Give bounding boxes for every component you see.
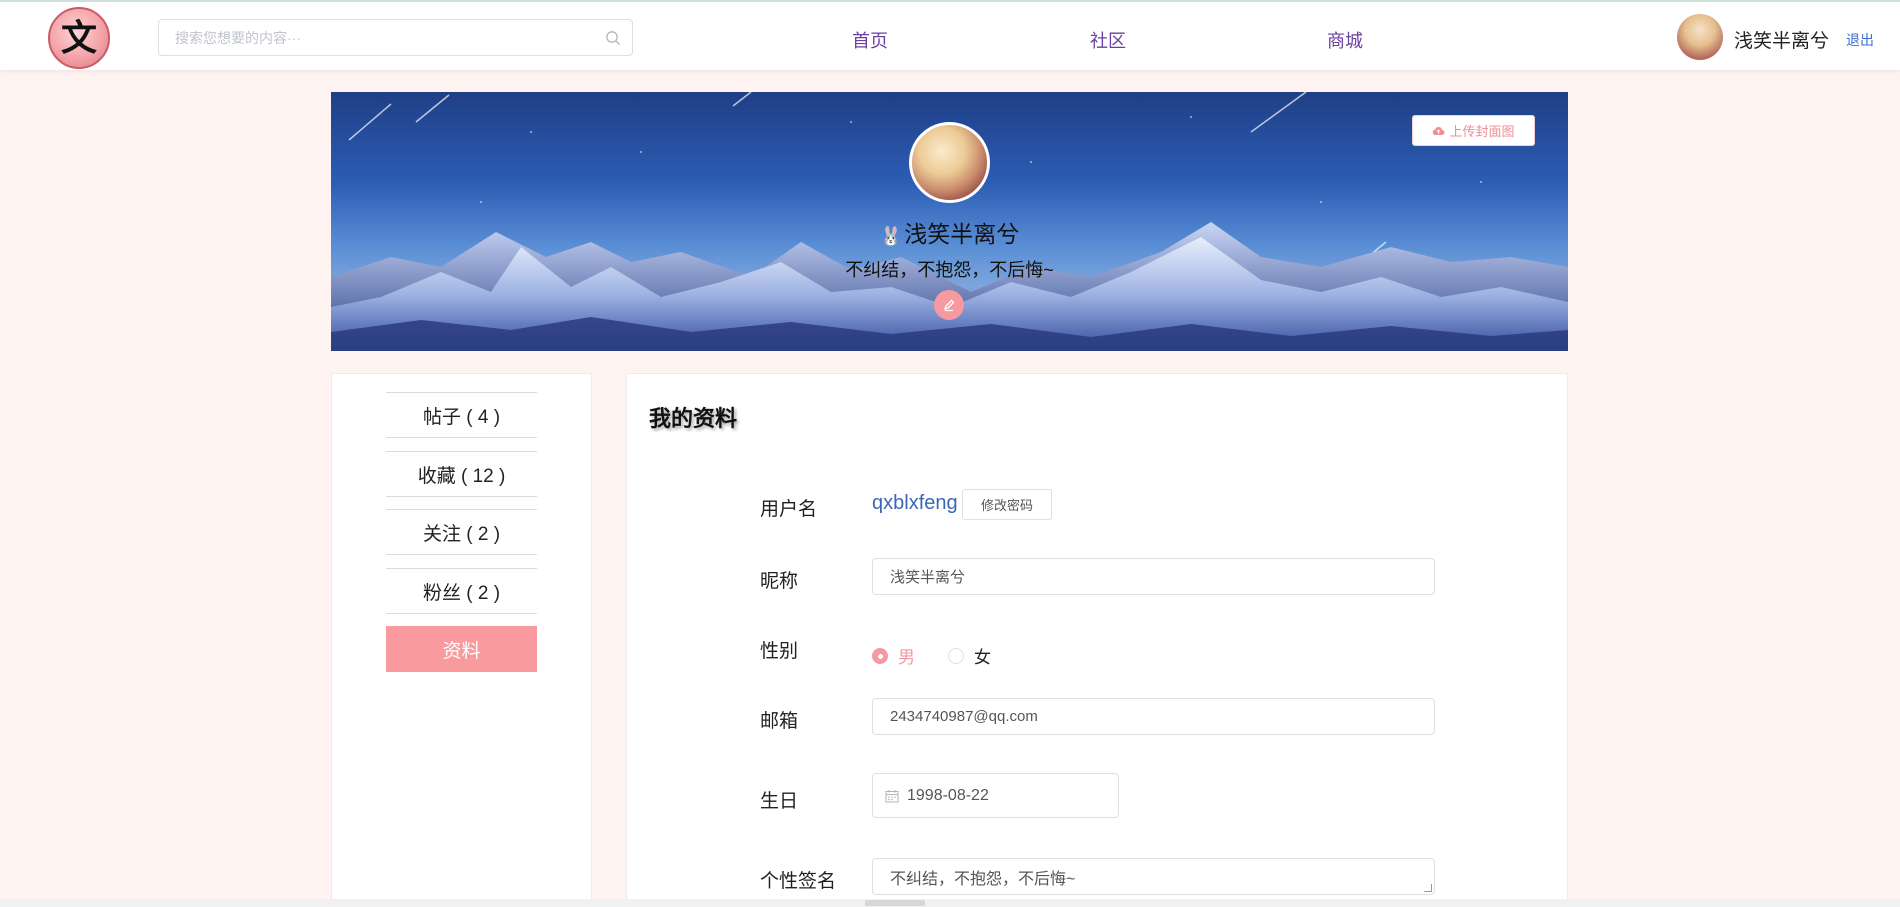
resize-handle-icon[interactable]: [1424, 884, 1432, 892]
signature-value: 不纠结，不抱怨，不后悔~: [890, 871, 1076, 888]
gender-radio-female[interactable]: 女: [948, 643, 991, 668]
logo-glyph: 文: [60, 17, 97, 59]
logout-link[interactable]: 退出: [1846, 30, 1874, 50]
profile-info-panel: 我的资料 用户名 qxblxfeng 修改密码 昵称 浅笑半离兮 性别 男 女 …: [626, 373, 1568, 907]
birthday-date-picker[interactable]: 1998-08-22: [872, 773, 1119, 818]
profile-sidebar: 帖子 ( 4 ) 收藏 ( 12 ) 关注 ( 2 ) 粉丝 ( 2 ) 资料: [331, 373, 592, 907]
radio-checked-icon: [872, 647, 888, 664]
change-password-button[interactable]: 修改密码: [962, 489, 1052, 520]
pencil-icon: [943, 299, 955, 312]
gender-male-label: 男: [898, 648, 915, 667]
profile-avatar[interactable]: [909, 122, 990, 203]
profile-name: 🐰浅笑半离兮: [331, 215, 1568, 249]
sidebar-item-following[interactable]: 关注 ( 2 ): [386, 509, 537, 555]
horizontal-scrollbar[interactable]: [0, 899, 1900, 907]
email-label: 邮箱: [760, 711, 799, 732]
nav-home[interactable]: 首页: [852, 27, 888, 53]
sidebar-item-profile[interactable]: 资料: [386, 626, 537, 672]
email-field[interactable]: 2434740987@qq.com: [872, 698, 1435, 735]
calendar-icon: [885, 789, 899, 802]
nickname-label: 昵称: [760, 571, 799, 592]
search-icon[interactable]: [605, 30, 621, 46]
gender-female-label: 女: [974, 648, 991, 667]
nav-community[interactable]: 社区: [1090, 27, 1126, 53]
search-box[interactable]: [158, 19, 633, 56]
upload-cover-button[interactable]: 上传封面图: [1412, 115, 1535, 146]
radio-unchecked-icon: [948, 647, 964, 664]
signature-textarea[interactable]: 不纠结，不抱怨，不后悔~: [872, 858, 1435, 895]
nickname-field[interactable]: 浅笑半离兮: [872, 558, 1435, 595]
gender-radio-male[interactable]: 男: [872, 643, 915, 668]
username-value: qxblxfeng: [872, 492, 958, 514]
top-navbar: 文 首页 社区 商城 浅笑半离兮 退出: [0, 0, 1900, 70]
profile-signature: 不纠结，不抱怨，不后悔~: [845, 260, 1054, 280]
profile-name-text: 浅笑半离兮: [904, 221, 1020, 247]
site-logo[interactable]: 文: [48, 7, 110, 69]
bunny-icon: 🐰: [879, 226, 903, 246]
gender-label: 性别: [760, 641, 799, 662]
upload-cover-label: 上传封面图: [1449, 124, 1515, 139]
username-label: 用户名: [760, 499, 818, 520]
sidebar-item-followers[interactable]: 粉丝 ( 2 ): [386, 568, 537, 614]
signature-label: 个性签名: [760, 871, 837, 892]
sidebar-item-posts[interactable]: 帖子 ( 4 ): [386, 392, 537, 438]
profile-cover-banner: 上传封面图 🐰浅笑半离兮 不纠结，不抱怨，不后悔~: [331, 92, 1568, 351]
header-avatar[interactable]: [1677, 14, 1723, 60]
birthday-label: 生日: [760, 791, 799, 812]
edit-profile-button[interactable]: [934, 290, 964, 320]
page-title: 我的资料: [649, 406, 738, 431]
scrollbar-thumb[interactable]: [865, 900, 925, 906]
search-input[interactable]: [175, 28, 595, 48]
birthday-value: 1998-08-22: [907, 786, 989, 804]
nav-mall[interactable]: 商城: [1327, 27, 1363, 53]
header-username[interactable]: 浅笑半离兮: [1734, 26, 1829, 53]
sidebar-item-favorites[interactable]: 收藏 ( 12 ): [386, 451, 537, 497]
cloud-upload-icon: [1433, 126, 1445, 135]
